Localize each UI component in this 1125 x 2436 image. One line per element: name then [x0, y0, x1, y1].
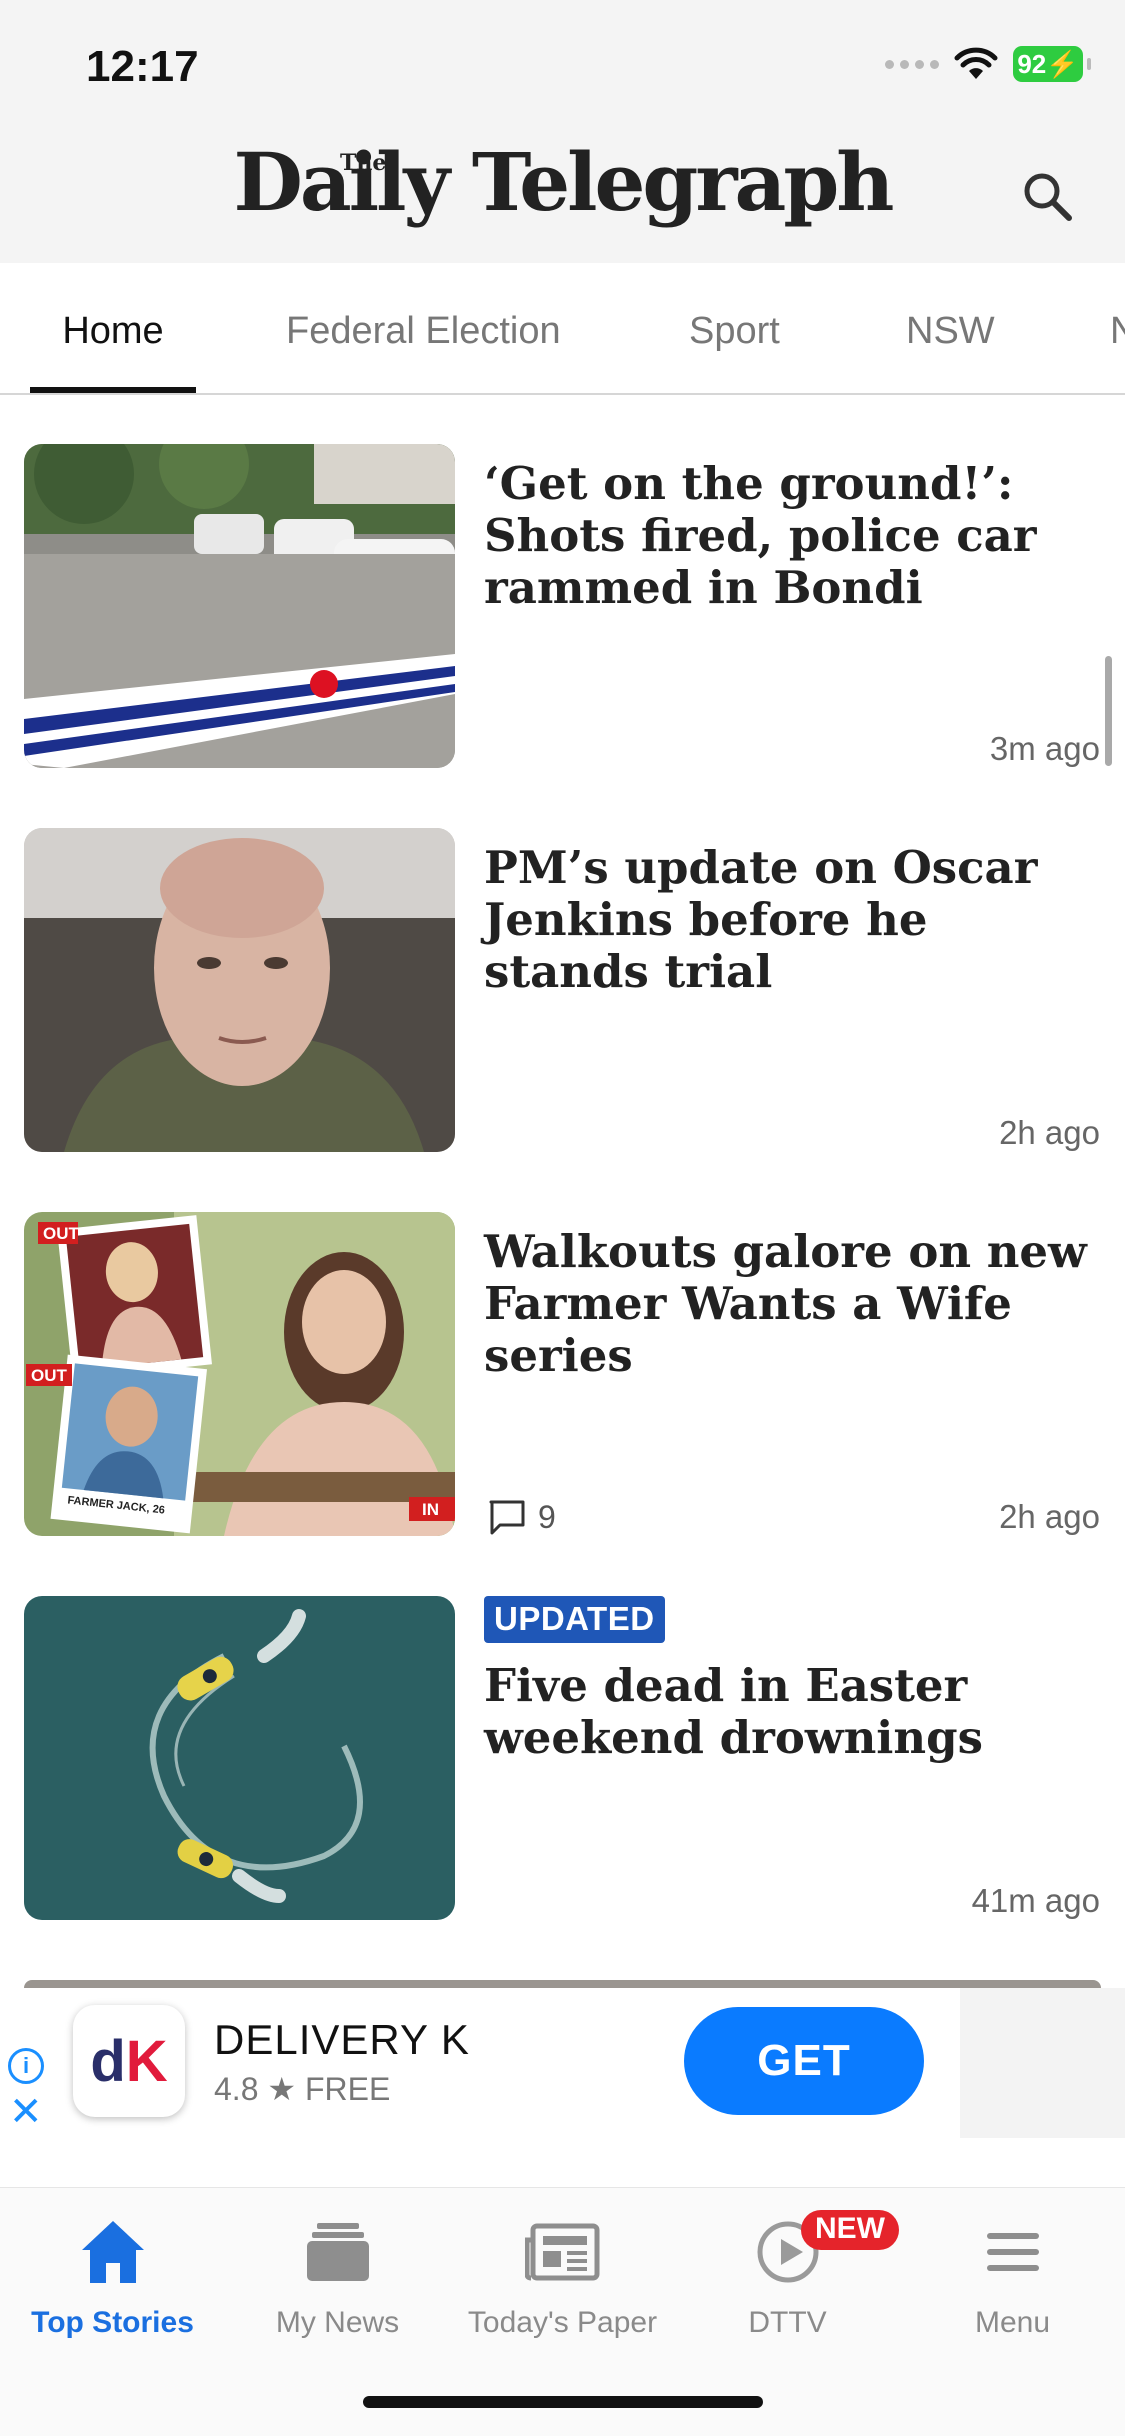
get-button[interactable]: GET: [684, 2007, 924, 2115]
thumb-label-out: OUT: [31, 1366, 68, 1385]
home-icon: [81, 2221, 144, 2283]
article-headline[interactable]: Walkouts galore on new Farmer Wants a Wi…: [484, 1226, 1104, 1382]
nav-menu[interactable]: Menu: [900, 2212, 1125, 2340]
menu-icon: [986, 2233, 1039, 2271]
app-icon-letter-k: K: [125, 2028, 168, 2094]
article-time: 3m ago: [989, 730, 1100, 767]
app-icon[interactable]: dK: [73, 2005, 185, 2117]
article-image-farmer-wants-a-wife: FARMER JACK, 26 OUT OUT IN: [24, 1212, 455, 1536]
article-headline[interactable]: ‘Get on the ground!’: Shots fired, polic…: [484, 458, 1104, 614]
ad-info-icon[interactable]: i: [8, 2048, 44, 2084]
article-image-police-scene: [24, 444, 455, 768]
search-icon[interactable]: [1019, 168, 1075, 224]
nav-label: Today's Paper: [467, 2306, 658, 2339]
ad-content[interactable]: i ✕ dK DELIVERY K 4.8 ★ FREE GET: [0, 1988, 960, 2138]
app-icon-letter-d: d: [90, 2028, 126, 2094]
article-card[interactable]: FARMER JACK, 26 OUT OUT IN Walkouts galo…: [0, 1212, 1125, 1536]
article-headline[interactable]: PM’s update on Oscar Jenkins before he s…: [484, 842, 1104, 998]
tab-home[interactable]: Home: [30, 263, 196, 393]
stack-icon: [306, 2223, 369, 2281]
thumb-label-in: IN: [422, 1500, 439, 1519]
comment-icon: [489, 1500, 525, 1535]
close-icon[interactable]: ✕: [9, 2092, 43, 2132]
nav-my-news[interactable]: My News: [225, 2212, 450, 2340]
article-card[interactable]: PM’s update on Oscar Jenkins before he s…: [0, 828, 1125, 1152]
top-header: 12:17 92 ⚡ The Daily Telegraph: [0, 0, 1125, 263]
nav-dttv[interactable]: NEW DTTV: [675, 2210, 900, 2340]
article-time: 41m ago: [971, 1882, 1100, 1919]
status-icons: 92 ⚡: [885, 46, 1091, 82]
new-badge: NEW: [801, 2210, 899, 2250]
next-article-peek: [24, 1980, 1101, 1988]
article-time: 2h ago: [999, 1498, 1100, 1535]
ad-app-name: DELIVERY K: [214, 2016, 470, 2063]
nav-todays-paper[interactable]: Today's Paper: [450, 2212, 675, 2340]
wifi-icon: [954, 47, 998, 79]
ad-app-rating: 4.8 ★ FREE: [214, 2071, 391, 2107]
tab-federal-election[interactable]: Federal Election: [286, 263, 561, 393]
cellular-signal-icon: [885, 59, 939, 69]
article-image-jetskis: [24, 1596, 455, 1920]
battery-icon: 92 ⚡: [1013, 46, 1091, 82]
tab-sport[interactable]: Sport: [689, 263, 780, 393]
nav-label: Menu: [974, 2306, 1051, 2339]
nav-label: My News: [275, 2306, 400, 2339]
article-time: 2h ago: [999, 1114, 1100, 1151]
article-image-portrait: [24, 828, 455, 1152]
comments-count-value: 9: [538, 1498, 556, 1535]
section-tabs: Home Federal Election Sport NSW N: [0, 263, 1125, 395]
ad-banner: i ✕ dK DELIVERY K 4.8 ★ FREE GET: [0, 1988, 1125, 2138]
article-card[interactable]: ‘Get on the ground!’: Shots fired, polic…: [0, 444, 1125, 768]
article-card[interactable]: UPDATED Five dead in Easter weekend drow…: [0, 1596, 1125, 1920]
home-indicator[interactable]: [363, 2396, 763, 2408]
article-headline[interactable]: Five dead in Easter weekend drownings: [484, 1660, 1104, 1764]
updated-badge: UPDATED: [484, 1596, 665, 1643]
comments-count[interactable]: 9: [488, 1498, 556, 1536]
app-logo[interactable]: Daily Telegraph: [0, 135, 1125, 229]
nav-top-stories[interactable]: Top Stories: [0, 2212, 225, 2340]
tab-next[interactable]: N: [1110, 263, 1125, 393]
thumb-label-out: OUT: [43, 1224, 80, 1243]
tab-nsw[interactable]: NSW: [906, 263, 995, 393]
status-time: 12:17: [86, 42, 199, 91]
nav-label: Top Stories: [31, 2306, 194, 2339]
battery-level: 92: [1017, 48, 1047, 79]
newspaper-icon: [524, 2223, 599, 2281]
nav-label: DTTV: [748, 2306, 827, 2339]
